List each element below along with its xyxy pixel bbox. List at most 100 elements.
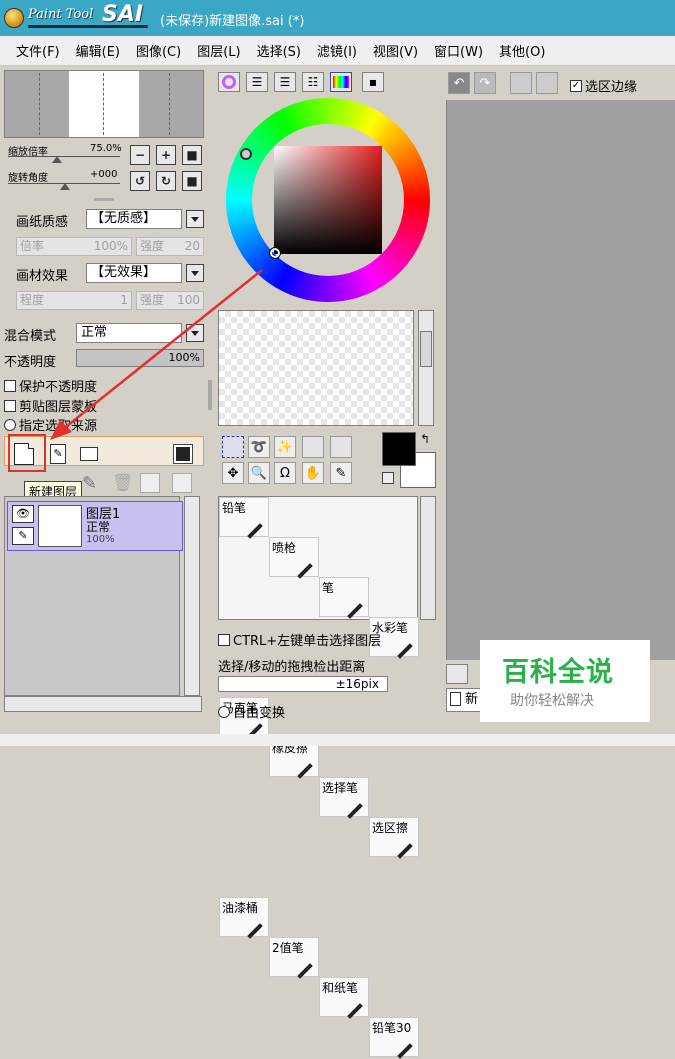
reset-colors-icon[interactable]: [382, 472, 394, 484]
ctrl-click-row[interactable]: CTRL+左键单击选择图层: [218, 630, 381, 649]
panel-splitter[interactable]: [94, 198, 114, 201]
swatch-list-tab[interactable]: ☷: [302, 72, 324, 92]
zoom-slider[interactable]: [8, 156, 120, 157]
app-logo-text: Paint Tool: [28, 7, 94, 22]
menu-view[interactable]: 视图(V): [365, 41, 426, 60]
scratchpad-scroll-thumb[interactable]: [420, 331, 432, 367]
rotate-tool[interactable]: Ω: [274, 462, 296, 484]
trash-icon[interactable]: 🗑: [112, 473, 134, 493]
scratchpad-tab[interactable]: ▪: [362, 72, 384, 92]
menu-edit[interactable]: 编辑(E): [68, 41, 128, 60]
redo-icon[interactable]: ↷: [474, 72, 496, 94]
brush-airbrush[interactable]: 喷枪: [269, 537, 319, 579]
zoom-tool[interactable]: 🔍: [248, 462, 270, 484]
brush-binary[interactable]: 2值笔: [269, 937, 319, 979]
hue-picker[interactable]: [240, 148, 252, 160]
eyedropper-tool[interactable]: ✎: [330, 462, 352, 484]
brush-select-pen[interactable]: 选择笔: [319, 777, 369, 819]
swap-colors-icon[interactable]: ↰: [420, 432, 430, 446]
hsv-slider-tab[interactable]: ☰: [274, 72, 296, 92]
canvas-area[interactable]: [446, 100, 675, 660]
protect-opacity-checkbox[interactable]: [4, 379, 16, 392]
edit-layer-icon[interactable]: ✎: [82, 473, 97, 494]
paper-texture-dropdown-button[interactable]: [186, 210, 204, 228]
magic-wand-tool[interactable]: ✨: [274, 436, 296, 458]
layers-hscrollbar[interactable]: [4, 696, 202, 712]
invert-selection-icon[interactable]: [536, 72, 558, 94]
free-transform-row[interactable]: 自由变换: [218, 702, 285, 721]
new-layer-button[interactable]: [14, 443, 34, 465]
paper-effect-dropdown-button[interactable]: [186, 264, 204, 282]
zoom-out-button[interactable]: −: [130, 145, 150, 165]
free-transform-radio[interactable]: [218, 705, 230, 718]
blend-mode-dropdown-button[interactable]: [186, 324, 204, 342]
selection-source-row[interactable]: 指定选取来源: [4, 415, 97, 434]
selection-source-checkbox[interactable]: [4, 418, 16, 431]
scratchpad[interactable]: [218, 310, 414, 426]
opacity-slider[interactable]: 100%: [76, 349, 204, 367]
rect-select-tool[interactable]: [222, 436, 244, 458]
menu-filter[interactable]: 滤镜(I): [309, 41, 365, 60]
brush-select-eraser[interactable]: 选区擦: [369, 817, 419, 859]
layers-scrollbar[interactable]: [184, 496, 200, 696]
menu-file[interactable]: 文件(F): [0, 41, 68, 60]
menu-image[interactable]: 图像(C): [128, 41, 189, 60]
brush-pen[interactable]: 笔: [319, 577, 369, 619]
paper-ratio-label: 倍率: [20, 239, 45, 253]
navigator-preview[interactable]: [4, 70, 204, 138]
menu-other[interactable]: 其他(O): [491, 41, 553, 60]
protect-opacity-row[interactable]: 保护不透明度: [4, 376, 97, 395]
clip-group-row[interactable]: 剪贴图层蒙板: [4, 396, 97, 415]
ctrl-click-checkbox[interactable]: [218, 633, 230, 646]
color-wheel-tab[interactable]: [218, 72, 240, 92]
washi-pen-icon: [347, 1003, 363, 1019]
brush-pencil30[interactable]: 铅笔30: [369, 1017, 419, 1059]
pencil-icon[interactable]: ✎: [12, 527, 34, 545]
layer-mask-button[interactable]: [173, 444, 193, 464]
menu-bar: 文件(F) 编辑(E) 图像(C) 图层(L) 选择(S) 滤镜(I) 视图(V…: [0, 36, 675, 66]
brush-pencil[interactable]: 铅笔: [219, 497, 269, 539]
rotate-right-button[interactable]: ↻: [156, 171, 176, 191]
clip-group-checkbox[interactable]: [4, 399, 16, 412]
rotate-left-button[interactable]: ↺: [130, 171, 150, 191]
hand-tool[interactable]: ✋: [302, 462, 324, 484]
selection-edge-checkbox[interactable]: ✓: [570, 79, 582, 92]
lasso-tool[interactable]: ➰: [248, 436, 270, 458]
canvas-scroll-left[interactable]: [446, 664, 468, 684]
primary-color-swatch[interactable]: [382, 432, 416, 466]
blend-mode-select[interactable]: 正常: [76, 323, 182, 343]
eye-icon[interactable]: 👁: [12, 505, 34, 523]
rgb-slider-tab[interactable]: ☰: [246, 72, 268, 92]
merge-layer-icon[interactable]: [172, 473, 192, 493]
rotate-reset-button[interactable]: ■: [182, 171, 202, 191]
swatch-grid-tab[interactable]: [330, 72, 352, 92]
app-logo-sai: SAI: [102, 2, 144, 27]
deselect-icon[interactable]: [510, 72, 532, 94]
brush-scrollbar[interactable]: [420, 496, 436, 620]
rotate-slider-thumb[interactable]: [60, 183, 70, 190]
free-transform-label: 自由变换: [233, 706, 286, 721]
menu-window[interactable]: 窗口(W): [426, 41, 491, 60]
move-tool[interactable]: ✥: [222, 462, 244, 484]
drag-distance-field[interactable]: ±16pix: [218, 676, 388, 692]
menu-layer[interactable]: 图层(L): [189, 41, 248, 60]
scratchpad-scrollbar[interactable]: [418, 310, 434, 426]
new-vector-layer-button[interactable]: ✎: [50, 444, 66, 464]
zoom-in-button[interactable]: +: [156, 145, 176, 165]
watermark-title: 百科全说: [502, 657, 614, 688]
brush-washi[interactable]: 和纸笔: [319, 977, 369, 1019]
menu-select[interactable]: 选择(S): [249, 41, 309, 60]
saturation-value-square[interactable]: [274, 146, 382, 254]
zoom-slider-thumb[interactable]: [52, 156, 62, 163]
sv-picker[interactable]: [269, 247, 281, 259]
new-folder-button[interactable]: [80, 447, 98, 461]
brush-bucket[interactable]: 油漆桶: [219, 897, 269, 939]
undo-icon[interactable]: ↶: [448, 72, 470, 94]
zoom-reset-button[interactable]: ■: [182, 145, 202, 165]
layer-row[interactable]: 👁 ✎ 图层1 正常 100%: [7, 501, 183, 551]
paper-texture-select[interactable]: 【无质感】: [86, 209, 182, 229]
copy-layer-icon[interactable]: [140, 473, 160, 493]
paper-effect-select[interactable]: 【无效果】: [86, 263, 182, 283]
panel-splitter-vertical[interactable]: [208, 380, 212, 410]
selection-edge-row[interactable]: ✓ 选区边缘: [570, 76, 637, 95]
